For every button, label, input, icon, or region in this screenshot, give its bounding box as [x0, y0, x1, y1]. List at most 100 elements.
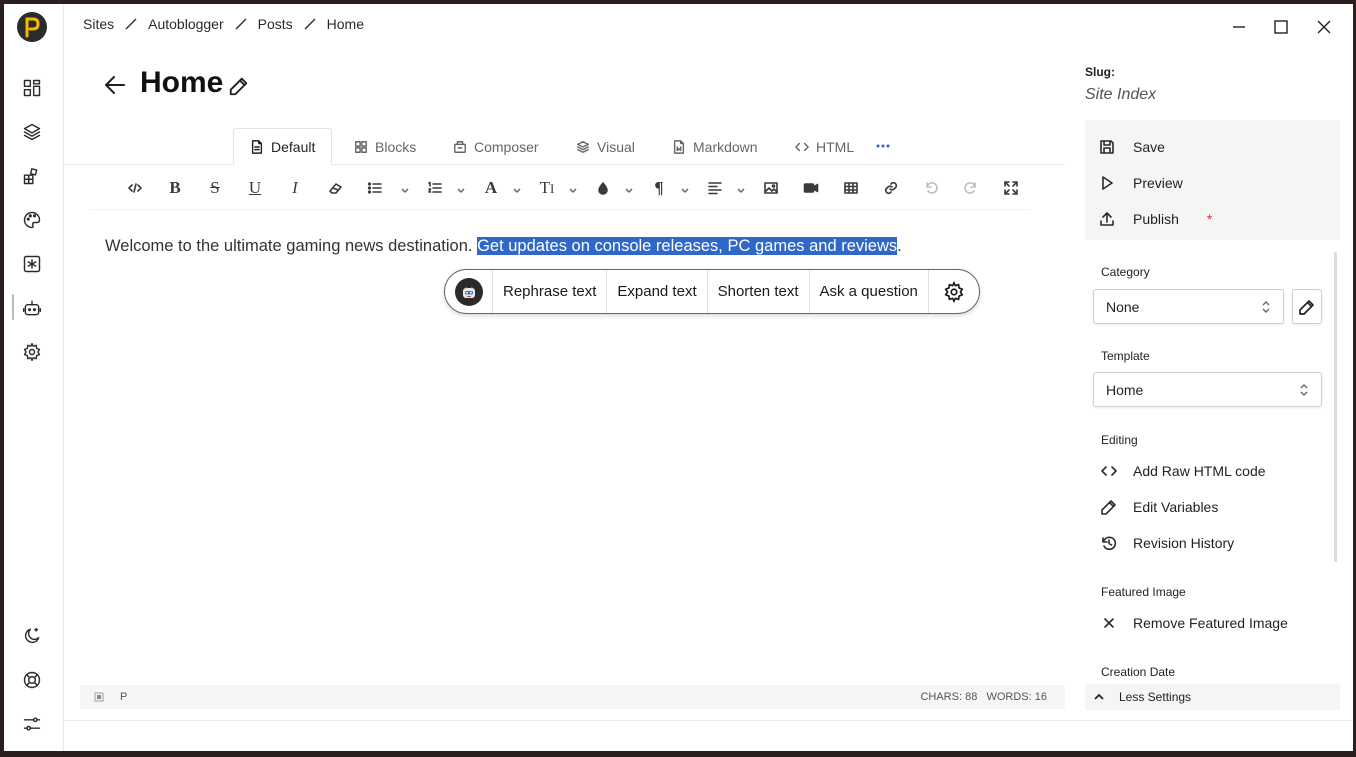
- slug-label: Slug:: [1085, 65, 1115, 79]
- chevron-down-icon[interactable]: [456, 183, 466, 194]
- layers-icon[interactable]: [18, 118, 46, 146]
- more-tabs-ellipsis-icon[interactable]: [874, 138, 892, 154]
- tab-blocks[interactable]: Blocks: [338, 128, 432, 165]
- resize-handle-icon[interactable]: [94, 692, 104, 702]
- category-select[interactable]: None: [1093, 289, 1284, 324]
- edit-title-pencil-icon[interactable]: [228, 75, 252, 99]
- asterisk-box-icon[interactable]: [18, 250, 46, 278]
- slug-value[interactable]: Site Index: [1085, 86, 1156, 104]
- breadcrumb-posts[interactable]: Posts: [258, 16, 293, 32]
- insert-video-icon[interactable]: [798, 174, 824, 202]
- add-raw-html-button[interactable]: Add Raw HTML code: [1101, 459, 1266, 483]
- history-icon: [1102, 536, 1117, 551]
- breadcrumb-sites[interactable]: Sites: [83, 16, 114, 32]
- page-title: Home: [140, 66, 224, 99]
- breadcrumb-autoblogger[interactable]: Autoblogger: [148, 16, 224, 32]
- ai-settings-gear-icon[interactable]: [929, 270, 979, 313]
- insert-table-icon[interactable]: [838, 174, 864, 202]
- text-color-drop-icon[interactable]: [590, 174, 616, 202]
- font-size-icon[interactable]: TI: [534, 174, 560, 202]
- underline-icon[interactable]: U: [242, 174, 268, 202]
- robot-avatar-icon: [454, 277, 483, 306]
- editor-statusbar: P CHARS: 88 WORDS: 16: [80, 685, 1065, 709]
- tab-composer[interactable]: Composer: [437, 128, 555, 165]
- tab-html[interactable]: HTML: [779, 128, 870, 165]
- breadcrumb-separator-icon: [224, 17, 258, 31]
- template-label: Template: [1101, 349, 1150, 363]
- tab-markdown[interactable]: Markdown: [656, 128, 774, 165]
- save-button[interactable]: Save: [1099, 135, 1165, 159]
- back-arrow-icon[interactable]: [102, 72, 128, 98]
- font-family-icon[interactable]: A: [478, 174, 504, 202]
- expand-text-button[interactable]: Expand text: [607, 270, 708, 313]
- strikethrough-icon[interactable]: S: [202, 174, 228, 202]
- palette-icon[interactable]: [18, 206, 46, 234]
- code-icon: [795, 142, 809, 151]
- undo-icon[interactable]: [918, 174, 944, 202]
- breadcrumb: Sites Autoblogger Posts Home: [83, 16, 364, 32]
- source-code-icon[interactable]: [122, 174, 148, 202]
- help-lifebuoy-icon[interactable]: [18, 666, 46, 694]
- remove-featured-image-button[interactable]: Remove Featured Image: [1101, 611, 1288, 635]
- code-icon: [1101, 466, 1117, 476]
- tab-default[interactable]: Default: [233, 128, 333, 165]
- select-updown-icon: [1261, 300, 1271, 314]
- edit-variables-button[interactable]: Edit Variables: [1101, 495, 1218, 519]
- insert-image-icon[interactable]: [758, 174, 784, 202]
- chevron-down-icon[interactable]: [568, 183, 578, 194]
- rephrase-text-button[interactable]: Rephrase text: [493, 270, 608, 313]
- chevron-down-icon[interactable]: [736, 183, 746, 194]
- breadcrumb-separator-icon: [114, 17, 148, 31]
- less-settings-button[interactable]: Less Settings: [1085, 684, 1340, 710]
- ask-question-button[interactable]: Ask a question: [810, 270, 929, 313]
- editing-label: Editing: [1101, 433, 1138, 447]
- editor-text: Welcome to the ultimate gaming news dest…: [105, 237, 478, 255]
- toolbar-divider: [90, 209, 1030, 210]
- chevron-down-icon[interactable]: [400, 183, 410, 194]
- bulleted-list-icon[interactable]: [362, 174, 388, 202]
- align-left-icon[interactable]: [702, 174, 728, 202]
- play-icon: [1102, 176, 1113, 190]
- document-icon: [251, 139, 263, 154]
- revision-history-button[interactable]: Revision History: [1101, 531, 1234, 555]
- rail-active-indicator: [12, 294, 14, 320]
- close-icon[interactable]: [1309, 12, 1339, 42]
- insert-link-icon[interactable]: [878, 174, 904, 202]
- italic-icon[interactable]: I: [282, 174, 308, 202]
- dark-mode-moon-icon[interactable]: [18, 622, 46, 650]
- element-path[interactable]: P: [120, 691, 127, 703]
- robot-icon[interactable]: [18, 294, 46, 322]
- upload-icon: [1100, 212, 1114, 226]
- preview-button[interactable]: Preview: [1099, 171, 1183, 195]
- publish-button[interactable]: Publish *: [1099, 207, 1212, 231]
- app-logo-icon[interactable]: [17, 12, 47, 42]
- bottom-divider: [64, 720, 1353, 721]
- post-actions: Save Preview Publish *: [1085, 120, 1340, 240]
- fullscreen-icon[interactable]: [998, 174, 1024, 202]
- chevron-down-icon[interactable]: [680, 183, 690, 194]
- bold-icon[interactable]: B: [162, 174, 188, 202]
- tab-visual[interactable]: Visual: [560, 128, 651, 165]
- ai-avatar[interactable]: [445, 270, 493, 313]
- eraser-icon[interactable]: [322, 174, 348, 202]
- paragraph-icon[interactable]: ¶: [646, 174, 672, 202]
- chevron-up-icon: [1094, 693, 1104, 700]
- creation-date-label: Creation Date: [1101, 665, 1176, 679]
- settings-gear-icon[interactable]: [18, 338, 46, 366]
- apps-icon[interactable]: [18, 162, 46, 190]
- minimize-icon[interactable]: [1224, 12, 1254, 42]
- redo-icon[interactable]: [958, 174, 984, 202]
- grid-icon: [355, 140, 367, 153]
- template-select[interactable]: Home: [1093, 372, 1322, 407]
- numbered-list-icon[interactable]: [422, 174, 448, 202]
- maximize-icon[interactable]: [1266, 12, 1296, 42]
- panel-scrollbar[interactable]: [1334, 252, 1337, 562]
- shorten-text-button[interactable]: Shorten text: [708, 270, 810, 313]
- sliders-icon[interactable]: [18, 710, 46, 738]
- editor-content[interactable]: Welcome to the ultimate gaming news dest…: [105, 237, 902, 256]
- dashboard-icon[interactable]: [18, 74, 46, 102]
- ai-assistant-popup: Rephrase text Expand text Shorten text A…: [444, 269, 980, 314]
- edit-category-pencil-icon[interactable]: [1292, 289, 1322, 324]
- chevron-down-icon[interactable]: [512, 183, 522, 194]
- chevron-down-icon[interactable]: [624, 183, 634, 194]
